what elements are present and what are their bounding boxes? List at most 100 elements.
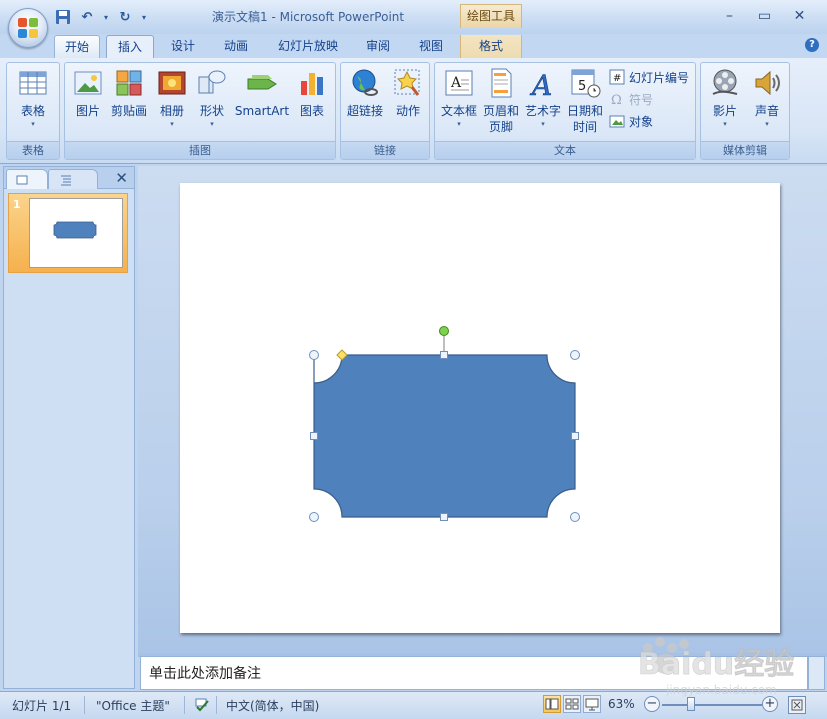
zoom-level[interactable]: 63% xyxy=(608,697,635,711)
tab-design[interactable]: 设计 xyxy=(160,35,206,58)
help-icon[interactable]: ? xyxy=(805,38,819,52)
date-time-label-1: 日期和 xyxy=(566,104,603,118)
zoom-out-button[interactable]: − xyxy=(644,696,660,712)
resize-handle-right[interactable] xyxy=(571,432,579,440)
resize-handle-bottom[interactable] xyxy=(440,513,448,521)
maximize-button[interactable]: ▭ xyxy=(747,6,782,26)
rotation-handle[interactable] xyxy=(439,326,449,336)
clipart-icon xyxy=(113,67,145,99)
chevron-down-icon: ▾ xyxy=(210,120,214,128)
picture-label: 图片 xyxy=(75,104,100,118)
header-footer-label-2: 页脚 xyxy=(488,120,513,134)
spellcheck-icon[interactable] xyxy=(193,695,211,716)
resize-handle-top[interactable] xyxy=(440,351,448,359)
chart-button[interactable]: 图表 xyxy=(295,67,329,119)
customize-qat-icon[interactable]: ▾ xyxy=(140,8,148,26)
photo-album-icon xyxy=(156,67,188,99)
smartart-button[interactable]: SmartArt xyxy=(233,67,291,119)
tab-view[interactable]: 视图 xyxy=(406,35,456,58)
header-footer-icon xyxy=(485,67,517,99)
tab-format[interactable]: 格式 xyxy=(460,35,522,58)
save-icon[interactable] xyxy=(54,8,72,26)
picture-button[interactable]: 图片 xyxy=(71,67,105,119)
notes-scrollbar[interactable] xyxy=(808,656,825,690)
fit-window-icon xyxy=(791,699,803,711)
wordart-label: 艺术字 xyxy=(524,104,561,118)
ribbon-tabs: 开始 插入 设计 动画 幻灯片放映 审阅 视图 格式 xyxy=(0,34,827,58)
resize-handle-top-right[interactable] xyxy=(570,350,580,360)
zoom-in-button[interactable]: + xyxy=(762,696,778,712)
fit-to-window-button[interactable] xyxy=(788,696,806,714)
resize-handle-top-left[interactable] xyxy=(309,350,319,360)
group-text: A 文本框 ▾ 页眉和 页脚 A 艺术字 ▾ 5 日期和 时间 # 幻灯片编号 … xyxy=(434,62,696,160)
chevron-down-icon: ▾ xyxy=(541,120,545,128)
redo-icon[interactable]: ↻ xyxy=(116,8,134,26)
zoom-slider-thumb[interactable] xyxy=(687,697,696,711)
resize-handle-bottom-right[interactable] xyxy=(570,512,580,522)
slide-sorter-view-button[interactable] xyxy=(563,695,581,713)
minimize-button[interactable]: – xyxy=(712,6,747,26)
header-footer-button[interactable]: 页眉和 页脚 xyxy=(481,67,521,135)
textbox-button[interactable]: A 文本框 ▾ xyxy=(439,67,479,129)
tab-animations[interactable]: 动画 xyxy=(212,35,260,58)
slide-canvas[interactable] xyxy=(180,183,780,633)
close-pane-icon[interactable]: ✕ xyxy=(115,169,128,187)
slide-thumbnail-selected[interactable]: 1 xyxy=(8,193,128,273)
symbol-button[interactable]: Ω 符号 xyxy=(609,89,653,109)
smartart-label: SmartArt xyxy=(234,104,290,118)
slide-number-icon: # xyxy=(609,69,625,85)
group-label-links: 链接 xyxy=(341,141,429,159)
object-button[interactable]: 对象 xyxy=(609,111,653,131)
tab-slideshow[interactable]: 幻灯片放映 xyxy=(266,35,350,58)
tab-review[interactable]: 审阅 xyxy=(354,35,402,58)
tab-insert[interactable]: 插入 xyxy=(106,35,154,58)
undo-icon[interactable]: ↶ xyxy=(78,8,96,26)
notes-pane[interactable]: 单击此处添加备注 xyxy=(140,656,808,690)
svg-text:A: A xyxy=(529,69,552,99)
movie-button[interactable]: 影片 ▾ xyxy=(705,67,745,129)
shapes-label: 形状 xyxy=(199,104,224,118)
group-illustrations: 图片 剪贴画 相册 ▾ 形状 ▾ SmartArt 图表 插图 xyxy=(64,62,336,160)
normal-view-icon xyxy=(545,698,559,710)
resize-handle-bottom-left[interactable] xyxy=(309,512,319,522)
quick-access-toolbar: ↶ ▾ ↻ ▾ xyxy=(54,8,148,26)
zoom-slider-track[interactable] xyxy=(662,704,762,706)
date-time-button[interactable]: 5 日期和 时间 xyxy=(565,67,605,135)
slide-number-button[interactable]: # 幻灯片编号 xyxy=(609,67,689,87)
close-button[interactable]: ✕ xyxy=(782,6,817,26)
photo-album-button[interactable]: 相册 ▾ xyxy=(155,67,189,129)
shapes-button[interactable]: 形状 ▾ xyxy=(195,67,229,129)
language-indicator[interactable]: 中文(简体，中国) xyxy=(226,697,319,714)
outline-tab[interactable] xyxy=(48,169,98,189)
office-button[interactable] xyxy=(8,8,48,48)
action-label: 动作 xyxy=(395,104,420,118)
slide-thumbnail xyxy=(29,198,123,268)
clipart-label: 剪贴画 xyxy=(110,104,147,118)
undo-dropdown-icon[interactable]: ▾ xyxy=(102,8,110,26)
wordart-button[interactable]: A 艺术字 ▾ xyxy=(523,67,563,129)
calendar-clock-icon: 5 xyxy=(569,67,601,99)
svg-text:Ω: Ω xyxy=(611,93,622,107)
title-bar: ↶ ▾ ↻ ▾ 演示文稿1 - Microsoft PowerPoint 绘图工… xyxy=(0,0,827,34)
plaque-shape[interactable] xyxy=(313,354,576,518)
table-button[interactable]: 表格 ▾ xyxy=(16,67,50,129)
pane-tabs: ✕ xyxy=(4,167,134,189)
slideshow-view-button[interactable] xyxy=(583,695,601,713)
status-divider xyxy=(184,696,185,714)
status-divider xyxy=(216,696,217,714)
shapes-icon xyxy=(196,67,228,99)
group-links: 超链接 动作 链接 xyxy=(340,62,430,160)
sound-button[interactable]: 声音 ▾ xyxy=(747,67,787,129)
group-label-media: 媒体剪辑 xyxy=(701,141,789,159)
svg-text:A: A xyxy=(450,75,462,91)
tab-home[interactable]: 开始 xyxy=(54,35,100,58)
slides-tab[interactable] xyxy=(6,169,48,189)
hyperlink-button[interactable]: 超链接 xyxy=(345,67,385,119)
photo-album-label: 相册 xyxy=(159,104,184,118)
movie-label: 影片 xyxy=(712,104,737,118)
action-button[interactable]: 动作 xyxy=(391,67,425,119)
clipart-button[interactable]: 剪贴画 xyxy=(109,67,149,119)
resize-handle-left[interactable] xyxy=(310,432,318,440)
normal-view-button[interactable] xyxy=(543,695,561,713)
slide-sorter-icon xyxy=(565,698,579,710)
